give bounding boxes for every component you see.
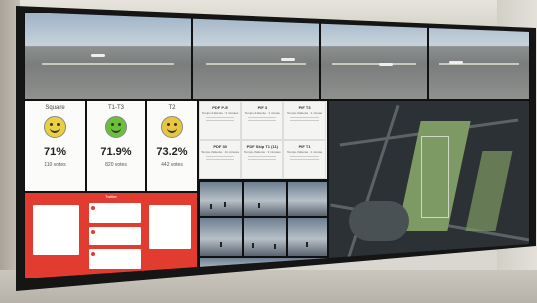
smiley-icon	[105, 116, 127, 138]
apron-camera-1	[24, 12, 192, 100]
wait-time-cell: PIF 3 Temps d'attente : 1 minute	[241, 101, 284, 140]
feedback-header: Twitter	[105, 194, 117, 199]
wait-time-cell: PDF 30 Temps d'attente : 11 minutes	[199, 140, 242, 179]
control-room-photo: Square 71% 110 votes T1-T3 71.9% 820 vot…	[0, 0, 537, 303]
cctv-feed	[243, 181, 287, 217]
apron-camera-2	[192, 12, 320, 100]
wait-time-cell: PDF Skip T1 (11) Temps d'attente : 3 minu…	[241, 140, 284, 179]
poll-name: Square	[45, 105, 65, 111]
video-wall: Square 71% 110 votes T1-T3 71.9% 820 vot…	[16, 6, 536, 291]
poll-percent: 73.2%	[156, 146, 188, 158]
wait-time-board: PDF P-E Temps d'attente : 3 minutes PIF 3…	[198, 100, 328, 180]
alert-icon	[91, 206, 95, 210]
feedback-card	[33, 205, 79, 255]
cctv-feed	[199, 181, 243, 217]
alert-icon	[91, 230, 95, 234]
map-interchange	[349, 201, 409, 241]
feedback-card	[89, 227, 141, 245]
alert-icon	[91, 252, 95, 256]
cctv-feed	[287, 217, 327, 257]
feedback-panel: Twitter	[24, 192, 198, 279]
map-green-zone	[465, 151, 513, 231]
poll-percent: 71.9%	[100, 146, 132, 158]
poll-name: T1-T3	[107, 105, 124, 111]
map-terminal-outline	[421, 136, 449, 218]
poll-name: T2	[168, 105, 176, 111]
cctv-feed	[243, 217, 287, 257]
wait-time-cell: PDF P-E Temps d'attente : 3 minutes	[199, 101, 242, 140]
feedback-card	[89, 249, 141, 269]
poll-votes: 442 votes	[161, 162, 183, 168]
feedback-card	[89, 203, 141, 223]
smiley-icon	[161, 116, 183, 138]
cctv-feed	[287, 181, 327, 217]
cctv-feed	[199, 217, 243, 257]
wait-time-cell: PIF T1 Temps d'attente : 1 minute	[283, 140, 326, 179]
poll-panel-square: Square 71% 110 votes	[24, 100, 86, 192]
poll-votes: 110 votes	[44, 162, 66, 168]
video-wall-screens: Square 71% 110 votes T1-T3 71.9% 820 vot…	[24, 12, 530, 279]
poll-panel-t1-t3: T1-T3 71.9% 820 votes	[86, 100, 146, 192]
poll-votes: 820 votes	[105, 162, 127, 168]
feedback-card	[149, 205, 191, 249]
smiley-icon	[44, 116, 66, 138]
wait-time-cell: PIF T3 Temps d'attente : 1 minute	[283, 101, 326, 140]
poll-panel-t2: T2 73.2% 442 votes	[146, 100, 198, 192]
poll-percent: 71%	[43, 146, 67, 158]
